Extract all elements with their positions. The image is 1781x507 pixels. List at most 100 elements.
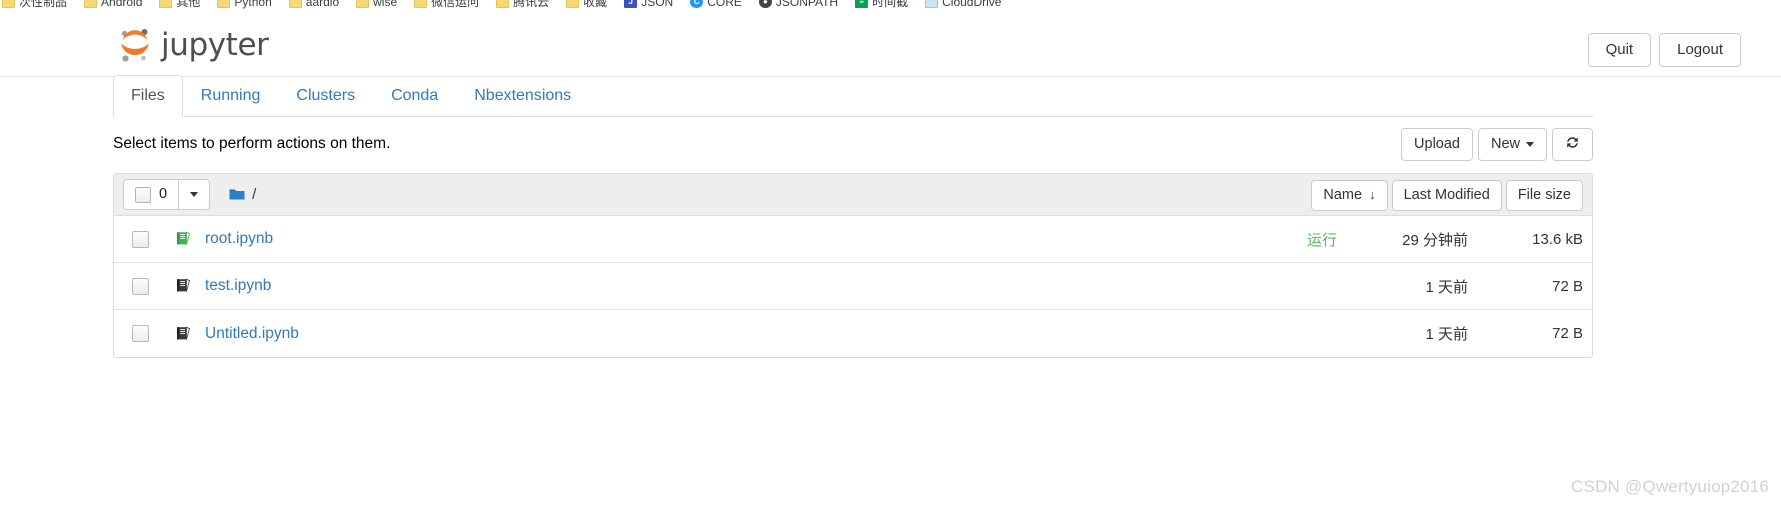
file-name-link[interactable]: root.ipynb: [205, 230, 273, 248]
new-dropdown-button[interactable]: New: [1477, 128, 1547, 161]
browser-bookmarks-bar: 次性制品 Android 其他 Python aardio wise 微信运问 腾讯云 收藏 J J…: [0, 0, 1781, 14]
file-list-panel: 0 / Name ↓ Last Modified File size root.…: [113, 173, 1593, 358]
folder-icon: [288, 0, 302, 8]
bookmark-item[interactable]: 收藏: [566, 0, 607, 10]
tab-bar: Files Running Clusters Conda Nbextension…: [113, 75, 1593, 117]
json-icon: J: [624, 0, 638, 8]
notebook-running-icon: [174, 230, 192, 248]
bookmark-item[interactable]: 其他: [159, 0, 200, 10]
bookmark-label: JSON: [641, 0, 674, 9]
bookmark-label: wise: [373, 0, 398, 9]
table-row[interactable]: root.ipynb 运行 29 分钟前 13.6 kB: [114, 216, 1592, 263]
bookmark-item[interactable]: wise: [356, 0, 397, 9]
file-list-toolbar: 0 / Name ↓ Last Modified File size: [114, 174, 1592, 216]
header-button-group: Quit Logout: [1587, 33, 1741, 67]
tab-nbextensions[interactable]: Nbextensions: [456, 75, 589, 117]
table-row[interactable]: Untitled.ipynb 1 天前 72 B: [114, 310, 1592, 357]
sort-by-name-button[interactable]: Name ↓: [1311, 180, 1388, 211]
jsonpath-icon: ●: [758, 0, 772, 8]
bookmark-label: 微信运问: [431, 0, 480, 9]
upload-button[interactable]: Upload: [1401, 128, 1473, 161]
bookmark-label: Python: [234, 0, 272, 9]
bookmark-label: CORE: [707, 0, 742, 9]
folder-icon: [217, 0, 231, 8]
bookmark-label: aardio: [305, 0, 340, 9]
sort-by-size-button[interactable]: File size: [1505, 180, 1583, 211]
last-modified-value: 29 分钟前: [1402, 231, 1468, 249]
table-row[interactable]: test.ipynb 1 天前 72 B: [114, 263, 1592, 310]
jupyter-header: jupyter Quit Logout: [0, 13, 1781, 77]
bookmark-item[interactable]: Android: [84, 0, 142, 9]
bookmark-label: 腾讯云: [513, 0, 550, 9]
clouddrive-icon: [925, 0, 939, 8]
chevron-down-icon: [190, 192, 199, 197]
file-name-link[interactable]: test.ipynb: [205, 277, 271, 295]
bookmark-item[interactable]: 次性制品: [2, 0, 67, 10]
row-checkbox[interactable]: [132, 277, 149, 295]
folder-icon: [414, 0, 428, 8]
select-items-hint: Select items to perform actions on them.: [113, 135, 391, 152]
checkbox-icon: [135, 186, 151, 203]
refresh-button[interactable]: [1552, 128, 1593, 161]
bookmark-item[interactable]: Python: [217, 0, 272, 9]
tab-files[interactable]: Files: [113, 75, 183, 117]
folder-icon: [84, 0, 98, 8]
action-button-group: Upload New: [1401, 128, 1593, 161]
quit-button[interactable]: Quit: [1587, 33, 1652, 67]
folder-icon: [356, 0, 370, 8]
logout-button[interactable]: Logout: [1659, 33, 1741, 67]
sort-button-group: Name ↓ Last Modified File size: [1311, 180, 1583, 211]
tab-clusters[interactable]: Clusters: [278, 75, 373, 117]
arrow-down-icon: ↓: [1369, 186, 1376, 202]
jupyter-logo-text: jupyter: [161, 26, 269, 63]
bookmark-label: 次性制品: [19, 0, 68, 9]
tab-running[interactable]: Running: [183, 75, 279, 117]
row-meta: 1 天前 72 B: [1337, 310, 1583, 357]
row-checkbox[interactable]: [132, 325, 149, 342]
bookmark-item[interactable]: ≡ 时间截: [855, 0, 908, 10]
row-meta: 1 天前 72 B: [1337, 263, 1583, 309]
bookmark-label: 时间截: [872, 0, 909, 9]
sort-by-modified-button[interactable]: Last Modified: [1391, 180, 1502, 211]
bookmark-item[interactable]: J JSON: [624, 0, 673, 9]
folder-icon: [229, 188, 245, 201]
notebook-icon: [174, 325, 192, 343]
folder-icon: [159, 0, 173, 8]
file-size-value: 13.6 kB: [1532, 230, 1583, 248]
bookmark-item[interactable]: aardio: [288, 0, 340, 9]
folder-icon: [496, 0, 510, 8]
file-name-link[interactable]: Untitled.ipynb: [205, 325, 299, 343]
bookmark-item[interactable]: C CORE: [690, 0, 742, 9]
bookmark-label: 其他: [176, 0, 201, 9]
jupyter-logo-icon: [118, 27, 152, 63]
breadcrumb-root-link[interactable]: /: [252, 186, 256, 203]
folder-icon: [2, 0, 15, 8]
bookmark-item[interactable]: 腾讯云: [496, 0, 549, 10]
bookmark-item[interactable]: 微信运问: [414, 0, 479, 10]
notebook-icon: [174, 277, 192, 295]
bookmark-item[interactable]: ● JSONPATH: [758, 0, 839, 9]
new-button-label: New: [1490, 136, 1520, 152]
last-modified-value: 1 天前: [1425, 326, 1468, 343]
jupyter-logo-link[interactable]: jupyter: [118, 26, 269, 63]
select-all-group: 0: [123, 179, 211, 210]
upload-button-label: Upload: [1414, 136, 1460, 152]
refresh-icon: [1565, 135, 1580, 153]
select-dropdown-button[interactable]: [179, 179, 211, 210]
row-checkbox[interactable]: [132, 230, 149, 248]
main-content: Files Running Clusters Conda Nbextension…: [113, 75, 1593, 358]
tab-conda[interactable]: Conda: [373, 75, 456, 117]
core-icon: C: [690, 0, 704, 8]
selected-count: 0: [159, 186, 168, 203]
file-size-value: 72 B: [1552, 325, 1583, 342]
sort-name-label: Name: [1323, 187, 1363, 203]
folder-icon: [566, 0, 580, 8]
bookmark-item[interactable]: CloudDrive: [925, 0, 1001, 9]
file-size-value: 72 B: [1552, 277, 1583, 295]
select-all-checkbox-button[interactable]: 0: [123, 179, 180, 210]
status-badge[interactable]: 运行: [1307, 229, 1337, 250]
last-modified-value: 1 天前: [1425, 278, 1468, 296]
breadcrumb: /: [229, 186, 256, 203]
action-row: Select items to perform actions on them.…: [113, 122, 1593, 170]
bookmark-label: JSONPATH: [775, 0, 839, 9]
